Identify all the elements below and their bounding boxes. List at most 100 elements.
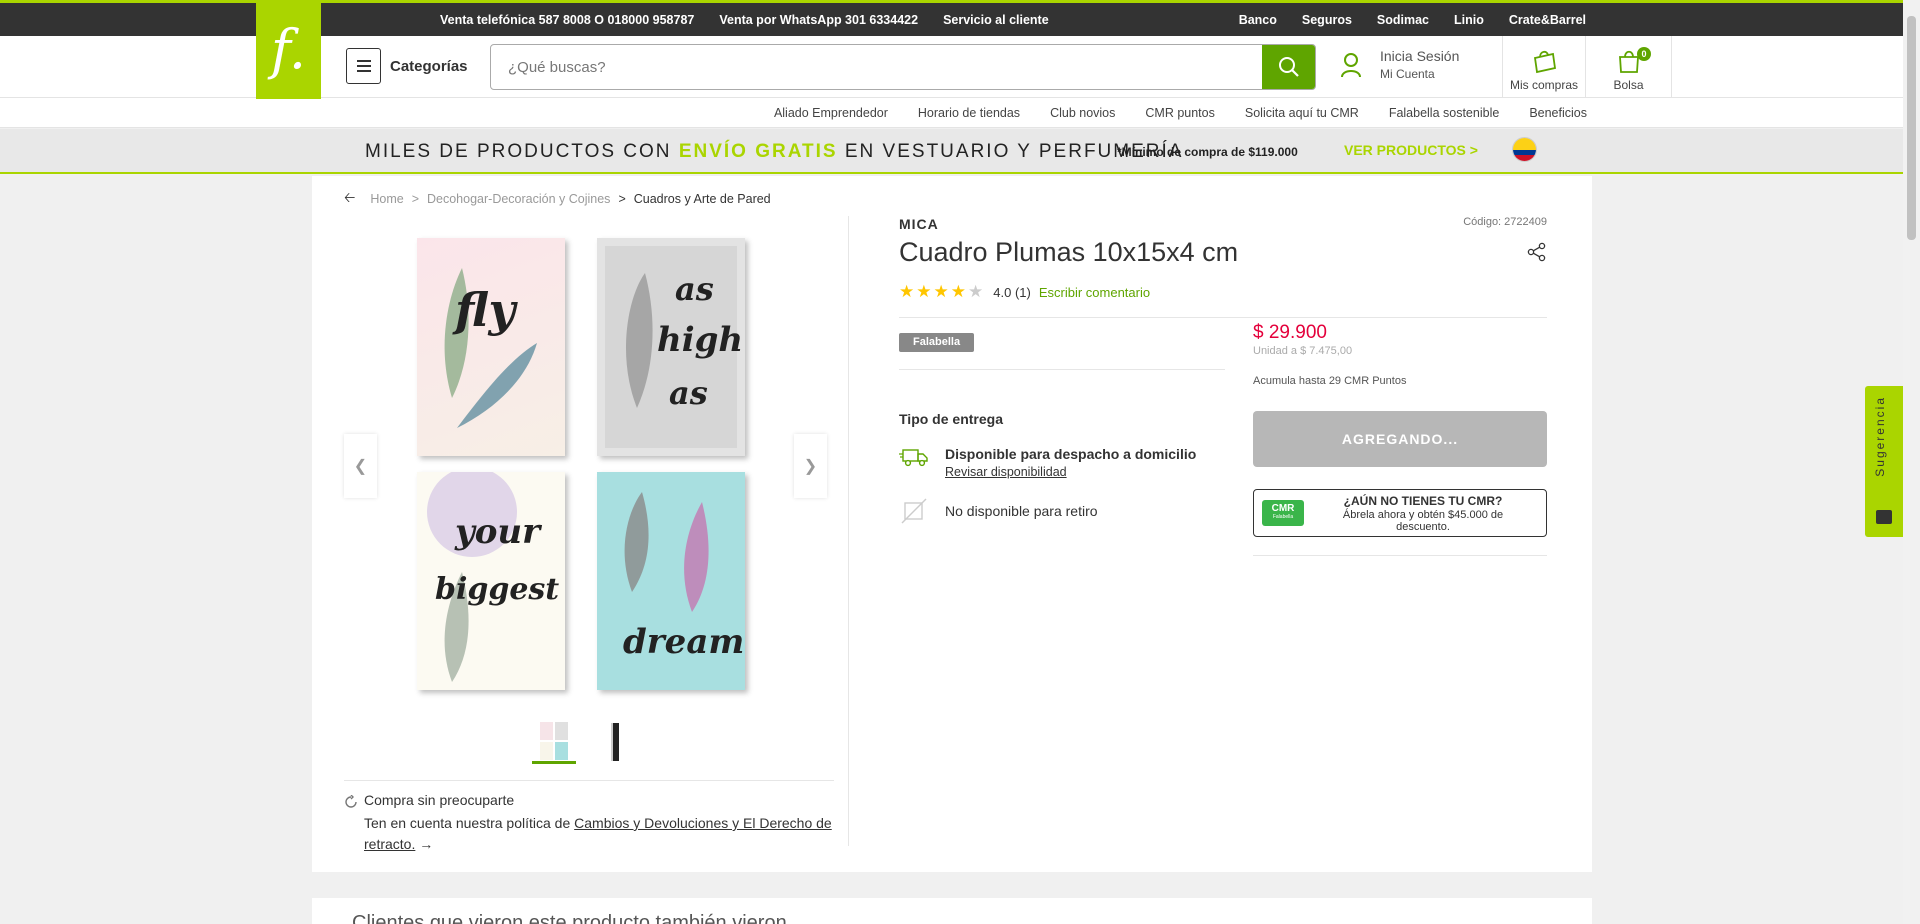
bag-button[interactable]: 0 Bolsa — [1585, 36, 1672, 98]
worry-free-section: Compra sin preocuparte Ten en cuenta nue… — [344, 792, 834, 855]
sodimac-link[interactable]: Sodimac — [1377, 13, 1429, 27]
customer-service-link[interactable]: Servicio al cliente — [943, 13, 1049, 27]
unit-price: Unidad a $ 7.475,00 — [1253, 345, 1353, 357]
related-products-title: Clientes que vieron este producto tambié… — [352, 912, 787, 924]
product-main-image[interactable]: fly as high as your biggest dream — [417, 238, 752, 698]
arrow-right-icon: → — [419, 836, 434, 852]
gallery-next-button[interactable]: ❯ — [794, 434, 827, 498]
subnav-club-novios[interactable]: Club novios — [1050, 106, 1115, 120]
price-column: $ 29.900 Unidad a $ 7.475,00 Acumula has… — [1253, 322, 1547, 556]
user-icon — [1341, 52, 1361, 77]
art-word-as-1: as — [675, 270, 714, 308]
product-info: MICA Código: 2722409 Cuadro Plumas 10x15… — [899, 216, 1547, 556]
breadcrumb-current: Cuadros y Arte de Pared — [633, 192, 771, 206]
breadcrumb-separator: > — [411, 192, 419, 206]
bag-count-badge: 0 — [1637, 47, 1651, 61]
promo-minimum: *Mínimo de compra de $119.000 — [1117, 145, 1298, 159]
product-brand[interactable]: MICA — [899, 216, 1547, 232]
cmr-points: Acumula hasta 29 CMR Puntos — [1253, 375, 1407, 387]
hamburger-menu-icon — [346, 48, 381, 84]
rating-value: 4.0 — [993, 284, 1012, 300]
product-card: 🡠 Home > Decohogar-Decoración y Cojines … — [312, 176, 1592, 872]
suggestion-tab[interactable]: Sugerencia — [1865, 386, 1903, 537]
falabella-logo[interactable]: f. — [256, 0, 321, 99]
my-account-label: Mi Cuenta — [1380, 67, 1435, 81]
categories-label: Categorías — [390, 57, 468, 75]
cmr-logo: CMR Falabella — [1262, 500, 1304, 526]
star-icon: ★ — [950, 282, 966, 301]
search-icon — [1278, 57, 1299, 77]
colombia-flag-icon[interactable] — [1512, 137, 1537, 162]
my-purchases-label: Mis compras — [1509, 78, 1578, 92]
subnav-falabella-sostenible[interactable]: Falabella sostenible — [1389, 106, 1500, 120]
check-availability-link[interactable]: Revisar disponibilidad — [945, 465, 1196, 479]
account-link[interactable]: Inicia Sesión Mi Cuenta — [1340, 48, 1459, 81]
chat-icon — [1876, 510, 1892, 524]
phone-sales-link[interactable]: Venta telefónica 587 8008 O 018000 95878… — [440, 13, 694, 27]
truck-icon — [899, 449, 928, 467]
chevron-right-icon: ❯ — [803, 458, 818, 475]
thumbnail-1[interactable] — [532, 720, 576, 764]
share-icon — [1527, 242, 1546, 262]
review-count[interactable]: (1) — [1015, 285, 1031, 300]
banco-link[interactable]: Banco — [1239, 13, 1277, 27]
linio-link[interactable]: Linio — [1454, 13, 1484, 27]
chevron-left-icon: ❮ — [353, 458, 368, 475]
secondary-nav: Aliado Emprendedor Horario de tiendas Cl… — [0, 98, 1903, 128]
shopping-bag-icon — [1533, 50, 1557, 74]
cmr-promo-box[interactable]: CMR Falabella ¿AÚN NO TIENES TU CMR? Ábre… — [1253, 489, 1547, 537]
subnav-aliado-emprendedor[interactable]: Aliado Emprendedor — [774, 106, 888, 120]
seller-divider — [899, 369, 1225, 370]
bag-label: Bolsa — [1613, 78, 1644, 92]
cmr-promo-title: ¿AÚN NO TIENES TU CMR? — [1343, 493, 1503, 508]
star-icon: ★ — [899, 282, 915, 301]
rating-stars: ★ ★ ★ ★ ★ — [899, 282, 983, 302]
subnav-horario-tiendas[interactable]: Horario de tiendas — [918, 106, 1020, 120]
search-input[interactable] — [491, 45, 1261, 89]
thumbnail-2[interactable] — [594, 720, 638, 764]
subnav-cmr-puntos[interactable]: CMR puntos — [1145, 106, 1214, 120]
whatsapp-sales-link[interactable]: Venta por WhatsApp 301 6334422 — [719, 13, 918, 27]
product-rating: ★ ★ ★ ★ ★ 4.0 (1) Escribir comentario — [899, 282, 1547, 302]
art-panel-your-biggest: your biggest — [417, 472, 565, 690]
info-divider — [899, 317, 1547, 318]
breadcrumb-home[interactable]: Home — [370, 192, 403, 206]
breadcrumb-decohogar[interactable]: Decohogar-Decoración y Cojines — [427, 192, 610, 206]
cmr-logo-subtext: Falabella — [1272, 514, 1294, 520]
write-review-link[interactable]: Escribir comentario — [1039, 285, 1150, 300]
art-word-fly: fly — [455, 283, 516, 337]
categories-button[interactable]: Categorías — [346, 48, 468, 84]
page-scrollbar[interactable] — [1903, 0, 1920, 924]
worry-free-text: Ten en cuenta nuestra política de Cambio… — [364, 813, 834, 855]
crate-barrel-link[interactable]: Crate&Barrel — [1509, 13, 1586, 27]
scrollbar-thumb[interactable] — [1907, 16, 1916, 240]
my-purchases-button[interactable]: Mis compras — [1502, 36, 1585, 98]
gallery-bottom-divider — [344, 780, 834, 781]
product-price: $ 29.900 — [1253, 322, 1327, 343]
art-panel-fly: fly — [417, 238, 565, 456]
breadcrumb-separator: > — [618, 192, 626, 206]
star-icon: ★ — [933, 282, 949, 301]
art-panel-dream: dream — [597, 472, 745, 690]
pickup-unavailable-label: No disponible para retiro — [945, 503, 1098, 519]
top-bar-right-links: Banco Seguros Sodimac Linio Crate&Barrel — [1239, 13, 1586, 27]
share-button[interactable] — [1527, 242, 1547, 267]
worry-free-body: Ten en cuenta nuestra política de — [364, 815, 575, 831]
add-to-bag-button[interactable]: AGREGANDO... — [1253, 411, 1547, 467]
gallery-divider — [848, 216, 849, 846]
seguros-link[interactable]: Seguros — [1302, 13, 1352, 27]
subnav-solicita-cmr[interactable]: Solicita aquí tu CMR — [1245, 106, 1359, 120]
breadcrumb: 🡠 Home > Decohogar-Decoración y Cojines … — [344, 187, 771, 211]
gallery-prev-button[interactable]: ❮ — [344, 434, 377, 498]
star-icon: ★ — [916, 282, 932, 301]
back-arrow-icon[interactable]: 🡠 — [344, 187, 355, 211]
view-products-link[interactable]: VER PRODUCTOS > — [1344, 142, 1478, 158]
art-panel-as-high-as: as high as — [597, 238, 745, 456]
search-button[interactable] — [1262, 45, 1315, 89]
product-title: Cuadro Plumas 10x15x4 cm — [899, 237, 1239, 267]
art-word-as-2: as — [669, 374, 708, 412]
pickup-unavailable-icon — [901, 498, 927, 524]
login-label: Inicia Sesión — [1380, 48, 1460, 64]
promo-banner: MILES DE PRODUCTOS CON ENVÍO GRATIS EN V… — [0, 129, 1903, 174]
subnav-beneficios[interactable]: Beneficios — [1529, 106, 1587, 120]
